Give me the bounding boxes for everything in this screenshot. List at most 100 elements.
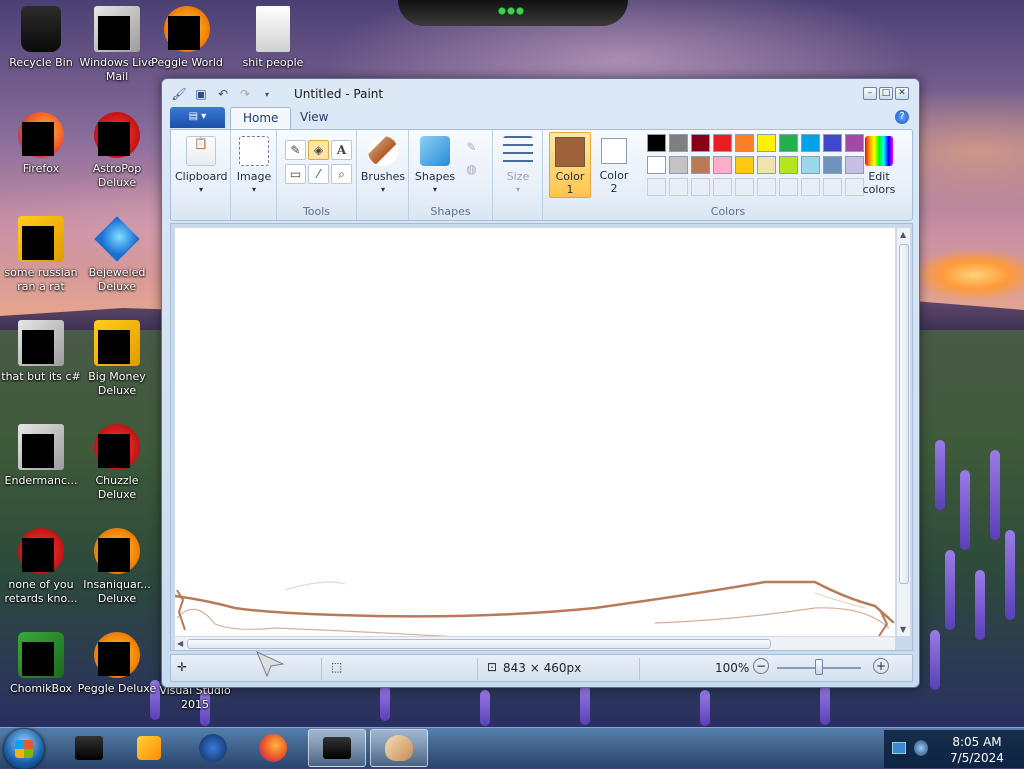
clipboard-group: 📋 Clipboard ▾: [171, 130, 231, 220]
palette-swatch[interactable]: [757, 156, 776, 174]
palette-swatch[interactable]: [757, 134, 776, 152]
custom-color-slot[interactable]: [713, 178, 732, 196]
outline-icon[interactable]: ✎: [461, 138, 482, 158]
palette-swatch[interactable]: [823, 156, 842, 174]
palette-swatch[interactable]: [779, 134, 798, 152]
maximize-button[interactable]: □: [879, 87, 893, 100]
taskbar-item-app-2[interactable]: [308, 729, 366, 767]
custom-color-slot[interactable]: [757, 178, 776, 196]
close-button[interactable]: ✕: [895, 87, 909, 100]
undo-icon[interactable]: ↶: [214, 86, 232, 102]
taskbar-item-media-player[interactable]: [120, 729, 178, 767]
palette-swatch[interactable]: [801, 134, 820, 152]
desktop-icon-big-money[interactable]: Big Money Deluxe: [76, 320, 158, 398]
palette-swatch[interactable]: [691, 134, 710, 152]
start-button[interactable]: [4, 729, 44, 769]
desktop-icon-endermanch[interactable]: Endermanc...: [0, 424, 82, 488]
desktop-icon-bejeweled[interactable]: Bejeweled Deluxe: [76, 216, 158, 294]
palette-swatch[interactable]: [801, 156, 820, 174]
palette-swatch[interactable]: [735, 156, 754, 174]
fill-shape-icon[interactable]: ◍: [461, 160, 482, 180]
desktop-icon-visual-studio[interactable]: Visual Studio 2015: [154, 684, 236, 712]
color-picker-icon[interactable]: ⁄: [308, 164, 329, 184]
desktop-icon-recycle-bin[interactable]: Recycle Bin: [0, 6, 82, 70]
size-button[interactable]: Size ▾: [497, 136, 539, 196]
zoom-in-button[interactable]: +: [873, 658, 889, 674]
network-icon[interactable]: [914, 740, 928, 756]
desktop-gadget[interactable]: [398, 0, 628, 26]
palette-swatch[interactable]: [713, 156, 732, 174]
vertical-scroll-thumb[interactable]: [899, 244, 909, 584]
tray-app-icon[interactable]: [892, 742, 906, 754]
redo-icon[interactable]: ↷: [236, 86, 254, 102]
palette-swatch[interactable]: [647, 134, 666, 152]
desktop-icon-astropop[interactable]: AstroPop Deluxe: [76, 112, 158, 190]
bejeweled-icon: [94, 216, 140, 262]
clock[interactable]: 8:05 AM 7/5/2024: [936, 734, 1018, 766]
app-icon: [75, 736, 103, 760]
desktop-icon-that-but-csharp[interactable]: that but its c#: [0, 320, 82, 384]
desktop-icon-chuzzle[interactable]: Chuzzle Deluxe: [76, 424, 158, 502]
image-button[interactable]: Image ▾: [233, 136, 275, 196]
pencil-icon[interactable]: ✎: [285, 140, 306, 160]
horizontal-scroll-thumb[interactable]: [187, 639, 771, 649]
vertical-scrollbar[interactable]: ▲ ▼: [896, 228, 910, 636]
clipboard-button[interactable]: 📋 Clipboard ▾: [175, 136, 228, 196]
drawing-canvas[interactable]: [175, 228, 895, 636]
taskbar-item-paint[interactable]: [370, 729, 428, 767]
color1-selector[interactable]: Color 1: [549, 132, 591, 198]
brushes-button[interactable]: Brushes ▾: [359, 136, 407, 196]
shapes-button[interactable]: Shapes ▾: [413, 136, 457, 196]
zoom-out-button[interactable]: −: [753, 658, 769, 674]
desktop-icon-opera[interactable]: none of you retards kno...: [0, 528, 82, 606]
custom-color-slot[interactable]: [801, 178, 820, 196]
palette-swatch[interactable]: [823, 134, 842, 152]
peggle-world-icon: [164, 6, 210, 52]
desktop-icon-shit-people[interactable]: shit people: [232, 6, 314, 70]
taskbar-item-app[interactable]: [60, 729, 118, 767]
palette-swatch[interactable]: [691, 156, 710, 174]
zoom-slider-thumb[interactable]: [815, 659, 823, 675]
taskbar-item-firefox[interactable]: [244, 729, 302, 767]
scroll-down-icon[interactable]: ▼: [900, 625, 906, 634]
customize-toolbar-icon[interactable]: ▾: [258, 86, 276, 102]
desktop-icon-label: none of you retards kno...: [4, 578, 78, 605]
taskbar-item-browser[interactable]: [184, 729, 242, 767]
custom-color-slot[interactable]: [823, 178, 842, 196]
desktop-icon-peggle-deluxe[interactable]: Peggle Deluxe: [76, 632, 158, 696]
save-icon[interactable]: ▣: [192, 86, 210, 102]
scroll-left-icon[interactable]: ◀: [177, 639, 183, 648]
edit-colors-button[interactable]: Edit colors: [857, 136, 901, 196]
paint-icon: [385, 735, 413, 761]
fill-icon[interactable]: ◈: [308, 140, 329, 160]
palette-swatch[interactable]: [669, 134, 688, 152]
custom-color-slot[interactable]: [779, 178, 798, 196]
scroll-up-icon[interactable]: ▲: [900, 230, 906, 239]
custom-color-slot[interactable]: [669, 178, 688, 196]
color2-selector[interactable]: Color 2: [593, 132, 635, 198]
desktop-icon-peggle-world[interactable]: Peggle World: [146, 6, 228, 70]
paint-window[interactable]: 🖌 ▣ ↶ ↷ ▾ Untitled - Paint – □ ✕ ▤ ▾ Hom…: [161, 78, 920, 688]
palette-swatch[interactable]: [779, 156, 798, 174]
custom-color-slot[interactable]: [647, 178, 666, 196]
magnifier-icon[interactable]: ⌕: [331, 164, 352, 184]
minimize-button[interactable]: –: [863, 87, 877, 100]
text-icon[interactable]: A: [331, 140, 352, 160]
eraser-icon[interactable]: ▭: [285, 164, 306, 184]
desktop-icon-chomikbox[interactable]: ChomikBox: [0, 632, 82, 696]
custom-color-slot[interactable]: [735, 178, 754, 196]
palette-swatch[interactable]: [713, 134, 732, 152]
tab-home[interactable]: Home: [230, 107, 292, 129]
desktop-icon-firefox[interactable]: Firefox: [0, 112, 82, 176]
help-icon[interactable]: ?: [895, 110, 909, 124]
tab-view[interactable]: View: [288, 107, 340, 129]
title-bar[interactable]: 🖌 ▣ ↶ ↷ ▾ Untitled - Paint – □ ✕: [162, 79, 919, 109]
horizontal-scrollbar[interactable]: ◀: [175, 636, 895, 650]
palette-swatch[interactable]: [735, 134, 754, 152]
paint-menu-button[interactable]: ▤ ▾: [170, 107, 225, 128]
desktop-icon-russian-rat[interactable]: some russian ran a rat: [0, 216, 82, 294]
palette-swatch[interactable]: [669, 156, 688, 174]
desktop-icon-insaniquarium[interactable]: Insaniquar... Deluxe: [76, 528, 158, 606]
palette-swatch[interactable]: [647, 156, 666, 174]
custom-color-slot[interactable]: [691, 178, 710, 196]
